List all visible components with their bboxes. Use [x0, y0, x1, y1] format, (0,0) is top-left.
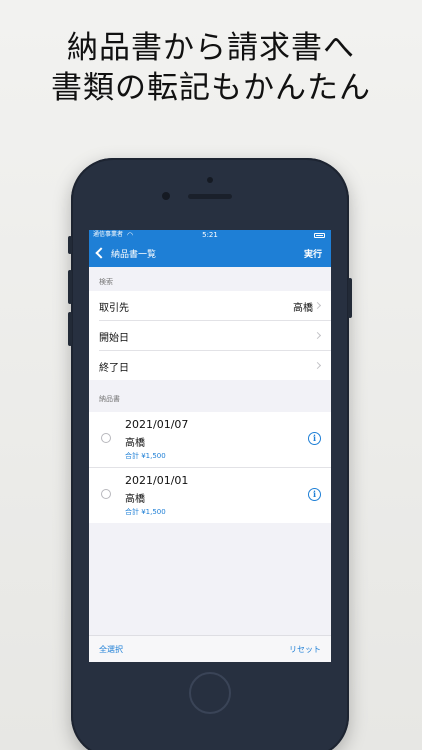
search-row-start-date[interactable]: 開始日: [99, 321, 331, 351]
item-total: 合計 ¥1,500: [125, 452, 166, 460]
chevron-left-icon: [95, 247, 107, 259]
row-label: 開始日: [99, 333, 129, 344]
navigation-header: 通信事業者 ◠ 5:21 納品書一覧 実行: [89, 230, 331, 267]
bottom-toolbar: 全選択 リセット: [89, 635, 331, 662]
phone-screen: 通信事業者 ◠ 5:21 納品書一覧 実行 検索 取引先 高橋 開始日 終了日 …: [89, 230, 331, 662]
chevron-right-icon: [313, 301, 322, 310]
select-all-button[interactable]: 全選択: [99, 644, 123, 655]
radio-unchecked-icon[interactable]: [101, 489, 111, 499]
info-icon[interactable]: i: [308, 432, 321, 445]
run-button[interactable]: 実行: [304, 247, 322, 260]
search-section-header: 検索: [99, 278, 113, 286]
radio-unchecked-icon[interactable]: [101, 433, 111, 443]
item-date: 2021/01/07: [125, 418, 189, 431]
search-group: 取引先 高橋 開始日 終了日: [89, 291, 331, 380]
home-button: [189, 672, 231, 714]
phone-frame: 通信事業者 ◠ 5:21 納品書一覧 実行 検索 取引先 高橋 開始日 終了日 …: [68, 158, 352, 750]
mute-switch: [68, 236, 72, 254]
delivery-list: 2021/01/07 高橋 合計 ¥1,500 i 2021/01/01 高橋 …: [89, 412, 331, 523]
item-client: 高橋: [125, 438, 145, 449]
power-button: [348, 278, 352, 318]
battery-icon: [314, 233, 325, 238]
earpiece-speaker: [188, 194, 232, 199]
chevron-right-icon: [313, 331, 322, 340]
chevron-right-icon: [313, 361, 322, 370]
navigation-bar: 納品書一覧 実行: [89, 240, 331, 267]
search-row-end-date[interactable]: 終了日: [99, 351, 331, 380]
status-time: 5:21: [202, 231, 218, 239]
row-value: 高橋: [293, 303, 313, 314]
list-item[interactable]: 2021/01/01 高橋 合計 ¥1,500 i: [89, 468, 331, 523]
reset-button[interactable]: リセット: [289, 644, 321, 655]
status-bar: 通信事業者 ◠ 5:21: [89, 230, 331, 240]
item-date: 2021/01/01: [125, 474, 189, 487]
delivery-section-header: 納品書: [99, 395, 120, 403]
headline-line-2: 書類の転記もかんたん: [51, 70, 371, 106]
promo-headline: 納品書から請求書へ 書類の転記もかんたん: [0, 28, 422, 108]
front-camera: [162, 192, 170, 200]
headline-line-1: 納品書から請求書へ: [67, 30, 355, 66]
item-total: 合計 ¥1,500: [125, 508, 166, 516]
back-button[interactable]: 納品書一覧: [94, 246, 156, 260]
proximity-sensor: [207, 177, 213, 183]
info-icon[interactable]: i: [308, 488, 321, 501]
search-row-client[interactable]: 取引先 高橋: [99, 291, 331, 321]
row-label: 終了日: [99, 363, 129, 374]
list-item[interactable]: 2021/01/07 高橋 合計 ¥1,500 i: [89, 412, 331, 468]
item-client: 高橋: [125, 494, 145, 505]
volume-up-button: [68, 270, 72, 304]
volume-down-button: [68, 312, 72, 346]
row-label: 取引先: [99, 303, 129, 314]
back-button-label: 納品書一覧: [111, 249, 157, 260]
